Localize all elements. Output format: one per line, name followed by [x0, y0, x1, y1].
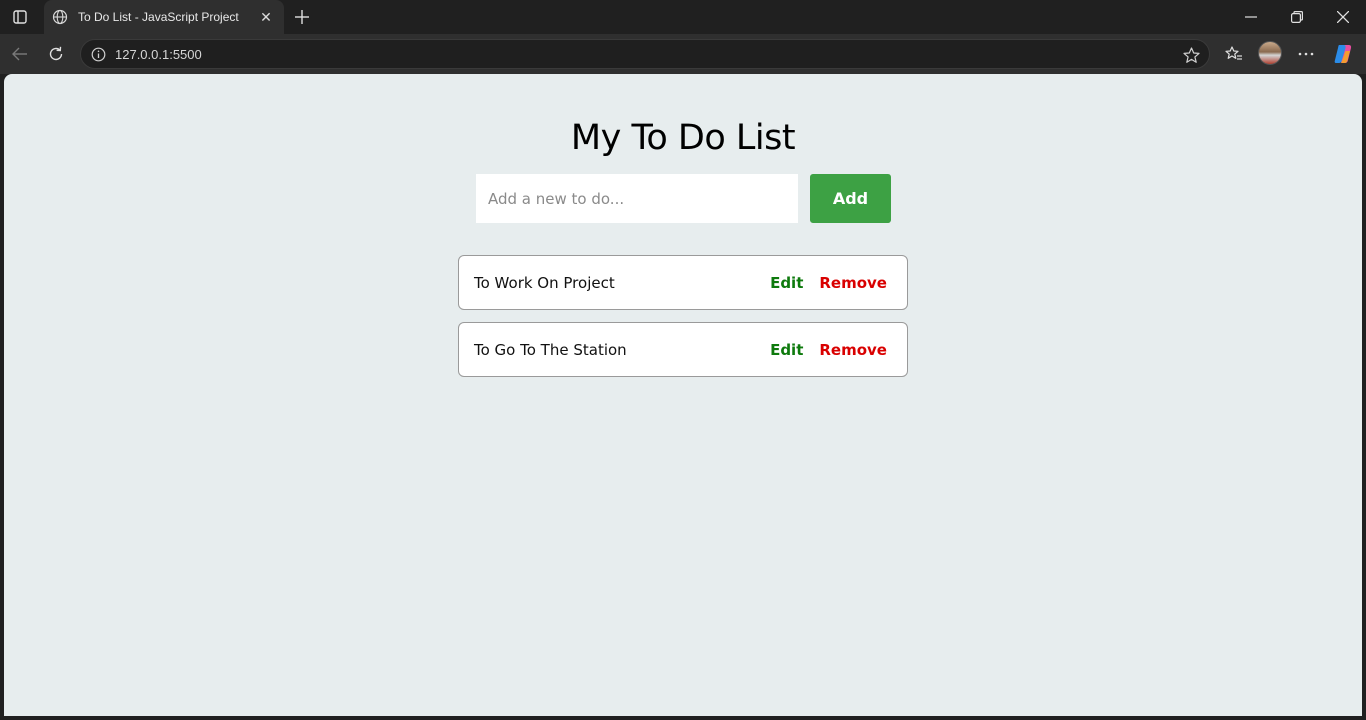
- browser-tab[interactable]: To Do List - JavaScript Project ✕: [44, 0, 284, 34]
- remove-button[interactable]: Remove: [819, 274, 887, 292]
- edit-button[interactable]: Edit: [770, 274, 803, 292]
- browser-toolbar: 127.0.0.1:5500: [0, 34, 1366, 74]
- todo-text: To Work On Project: [474, 273, 615, 292]
- refresh-icon[interactable]: [43, 42, 69, 66]
- site-info-icon[interactable]: [90, 46, 106, 62]
- todo-text: To Go To The Station: [474, 340, 627, 359]
- globe-icon: [52, 9, 68, 25]
- edit-button[interactable]: Edit: [770, 341, 803, 359]
- browser-title-bar: To Do List - JavaScript Project ✕: [0, 0, 1366, 34]
- favorites-icon[interactable]: [1221, 42, 1247, 66]
- todo-item: To Work On Project Edit Remove: [458, 255, 908, 310]
- todo-item: To Go To The Station Edit Remove: [458, 322, 908, 377]
- remove-button[interactable]: Remove: [819, 341, 887, 359]
- page-viewport: My To Do List Add To Work On Project Edi…: [4, 74, 1362, 716]
- minimize-icon[interactable]: [1228, 0, 1274, 34]
- back-icon[interactable]: [7, 42, 33, 66]
- more-options-icon[interactable]: [1293, 42, 1319, 66]
- close-tab-icon[interactable]: ✕: [256, 7, 276, 27]
- todo-list: To Work On Project Edit Remove To Go To …: [458, 255, 908, 389]
- page-title: My To Do List: [570, 118, 796, 158]
- profile-avatar[interactable]: [1258, 41, 1282, 65]
- favorite-star-icon[interactable]: [1181, 45, 1201, 65]
- address-bar[interactable]: 127.0.0.1:5500: [80, 39, 1210, 69]
- copilot-icon[interactable]: [1330, 42, 1356, 66]
- add-button[interactable]: Add: [810, 174, 891, 223]
- close-window-icon[interactable]: [1320, 0, 1366, 34]
- new-todo-input[interactable]: [476, 174, 798, 223]
- tab-title: To Do List - JavaScript Project: [78, 10, 239, 24]
- restore-icon[interactable]: [1274, 0, 1320, 34]
- new-tab-icon[interactable]: [290, 5, 314, 29]
- tab-actions-icon[interactable]: [8, 5, 32, 29]
- url-text[interactable]: 127.0.0.1:5500: [115, 47, 202, 62]
